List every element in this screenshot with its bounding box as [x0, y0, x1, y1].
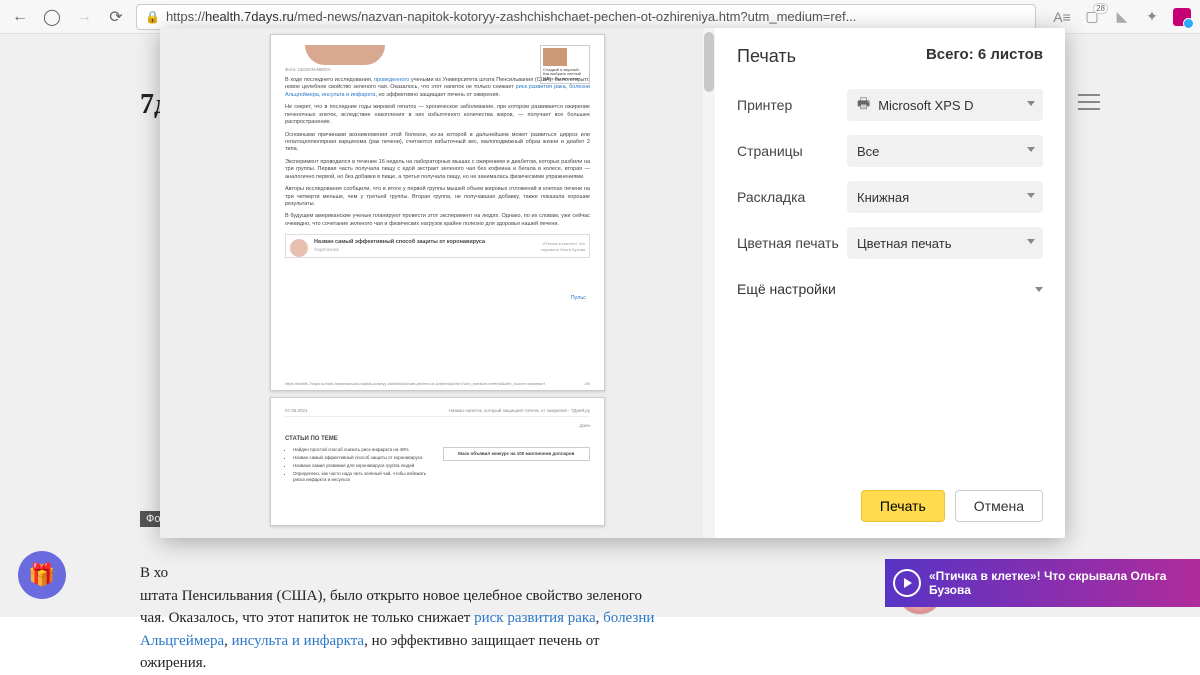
pages-select[interactable]: Все [847, 135, 1043, 167]
preview-related-list: Найден простой способ снизить риск инфар… [285, 447, 433, 485]
url-text: https://health.7days.ru/med-news/nazvan-… [166, 9, 1027, 24]
address-bar[interactable]: 🔒 https://health.7days.ru/med-news/nazva… [136, 4, 1036, 30]
layout-label: Раскладка [737, 189, 847, 205]
preview-side-card: Сладкий и вкусный. Как выбрать спелый ар… [540, 45, 590, 84]
extension-icon-1[interactable]: ✦ [1142, 7, 1162, 27]
printer-label: Принтер [737, 97, 847, 113]
chevron-down-icon [1027, 147, 1035, 152]
chevron-down-icon [1027, 101, 1035, 106]
pages-label: Страницы [737, 143, 847, 159]
lock-icon: 🔒 [145, 10, 160, 24]
preview-hero-image [305, 45, 385, 65]
chevron-down-icon [1027, 239, 1035, 244]
printer-icon: 🖶 [857, 93, 870, 117]
promo-text: «Птичка в клетке»! Что скрывала Ольга Бу… [929, 569, 1166, 597]
printer-select[interactable]: 🖶 Microsoft XPS D [847, 89, 1043, 121]
preview-bottom-card: Назван самый эффективный способ защиты о… [285, 234, 590, 258]
yandex-home-button[interactable]: ◯ [40, 5, 64, 29]
link-risk[interactable]: риск развития рака [474, 610, 596, 626]
cancel-button[interactable]: Отмена [955, 490, 1043, 522]
color-select[interactable]: Цветная печать [847, 227, 1043, 259]
print-settings-pane: Печать Всего: 6 листов Принтер 🖶 Microso… [715, 28, 1065, 538]
link-stroke[interactable]: инсульта и инфаркта [232, 633, 364, 649]
preview-page-3: 07.06.2021Назван напиток, который защища… [270, 397, 605, 526]
more-settings-toggle[interactable]: Ещё настройки [737, 273, 1043, 305]
chevron-down-icon [1027, 193, 1035, 198]
reader-mode-icon[interactable]: A≡ [1052, 7, 1072, 27]
tab-count-icon[interactable]: ▢28 [1082, 7, 1102, 27]
print-preview-pane: Сладкий и вкусный. Как выбрать спелый ар… [160, 28, 715, 538]
article-body: В хо штата Пенсильвания (США), было откр… [140, 562, 660, 675]
play-icon [893, 569, 921, 597]
print-dialog: Сладкий и вкусный. Как выбрать спелый ар… [160, 28, 1065, 538]
gift-button[interactable]: 🎁 [18, 551, 66, 599]
toolbar-right-icons: A≡ ▢28 ◣ ✦ [1052, 7, 1192, 27]
layout-select[interactable]: Книжная [847, 181, 1043, 213]
hamburger-menu-icon[interactable] [1078, 94, 1100, 110]
chevron-down-icon [1035, 287, 1043, 292]
print-sheet-count: Всего: 6 листов [926, 46, 1043, 67]
color-label: Цветная печать [737, 235, 847, 252]
preview-page-2: Сладкий и вкусный. Как выбрать спелый ар… [270, 34, 605, 391]
preview-pulse-link: Пульс [571, 295, 586, 302]
print-button[interactable]: Печать [861, 490, 945, 522]
print-dialog-title: Печать [737, 46, 796, 67]
bookmark-icon[interactable]: ◣ [1112, 7, 1132, 27]
back-button[interactable]: ← [8, 5, 32, 29]
preview-scrollbar[interactable] [703, 28, 715, 538]
promo-toast[interactable]: «Птичка в клетке»! Что скрывала Ольга Бу… [885, 559, 1200, 607]
forward-button[interactable]: → [72, 5, 96, 29]
extension-icon-2[interactable] [1172, 7, 1192, 27]
reload-button[interactable]: ⟳ [104, 5, 128, 29]
